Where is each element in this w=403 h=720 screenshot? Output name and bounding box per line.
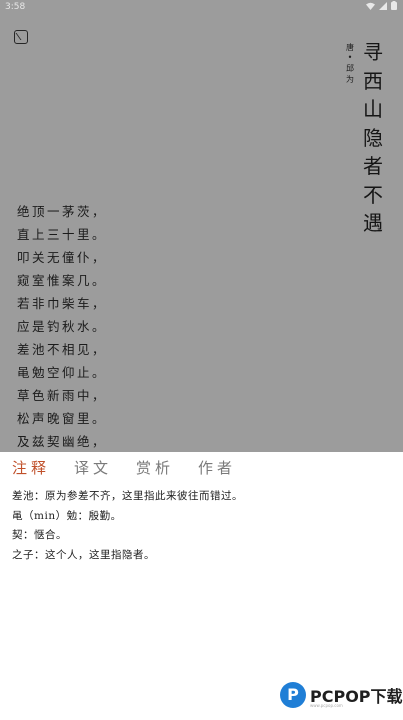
title-char: 遇 (363, 211, 383, 235)
note-item: 契：惬合。 (12, 529, 67, 541)
poem-reader: 3:58 寻 西 山 隐 者 不 遇 唐 • 邱 为 绝顶一茅茨， 直上三十里。 (0, 0, 403, 452)
tab-annotation[interactable]: 注释 (12, 457, 50, 478)
poem-line: 直上三十里。 (17, 227, 108, 242)
title-char: 隐 (363, 125, 383, 150)
status-bar: 3:58 (0, 0, 403, 16)
title-char: 寻 (363, 40, 383, 64)
wifi-icon (366, 2, 375, 10)
tab-appreciation[interactable]: 赏析 (136, 457, 174, 478)
title-char: 不 (363, 182, 383, 207)
poem-title: 寻 西 山 隐 者 不 遇 (363, 38, 383, 238)
poem-line: 若非巾柴车， (17, 296, 108, 311)
battery-icon (391, 1, 397, 10)
status-time: 3:58 (5, 2, 26, 12)
poem-line: 及兹契幽绝， (17, 434, 108, 449)
poem-body: 绝顶一茅茨， 直上三十里。 叩关无僮仆， 窥室惟案几。 若非巾柴车， 应是钓秋水… (17, 200, 107, 452)
status-icons (366, 1, 397, 10)
notes-list: 差池：原为参差不齐，这里指此来彼往而错过。 黾（min）勉：殷勤。 契：惬合。 … (12, 487, 392, 565)
title-char: 西 (363, 68, 383, 93)
poem-line: 草色新雨中， (17, 388, 108, 403)
panel-tabs: 注释 译文 赏析 作者 (12, 457, 260, 478)
tab-translation[interactable]: 译文 (74, 457, 112, 478)
note-item: 之子：这个人，这里指隐者。 (12, 548, 155, 561)
note-item: 黾（min）勉：殷勤。 (12, 509, 122, 522)
poem-line: 绝顶一茅茨， (17, 204, 108, 219)
poem-line: 松声晚窗里。 (17, 411, 108, 426)
poem-line: 叩关无僮仆， (17, 250, 108, 265)
signal-icon (379, 1, 387, 10)
poem-line: 窥室惟案几。 (17, 273, 108, 288)
poem-line: 黾勉空仰止。 (17, 365, 108, 380)
meta-separator: • (347, 53, 353, 62)
back-icon[interactable] (14, 30, 28, 44)
title-char: 者 (363, 154, 383, 178)
poem-author-meta: 唐 • 邱 为 (344, 42, 356, 85)
pcpop-logo-icon: P (280, 682, 306, 708)
screen: 3:58 寻 西 山 隐 者 不 遇 唐 • 邱 为 绝顶一茅茨， 直上三十里。 (0, 0, 403, 720)
tab-author[interactable]: 作者 (198, 457, 236, 478)
dynasty-char: 唐 (346, 43, 354, 52)
author-char: 邱 (346, 64, 354, 73)
watermark: P PCPOP下载 www.pcpop.com (280, 682, 403, 708)
title-char: 山 (363, 97, 383, 121)
watermark-url: www.pcpop.com (310, 703, 343, 708)
note-item: 差池：原为参差不齐，这里指此来彼往而错过。 (12, 490, 243, 502)
annotation-panel: 注释 译文 赏析 作者 差池：原为参差不齐，这里指此来彼往而错过。 黾（min）… (0, 452, 403, 720)
author-char: 为 (346, 75, 354, 84)
poem-line: 应是钓秋水。 (17, 319, 108, 334)
poem-line: 差池不相见， (17, 342, 108, 357)
